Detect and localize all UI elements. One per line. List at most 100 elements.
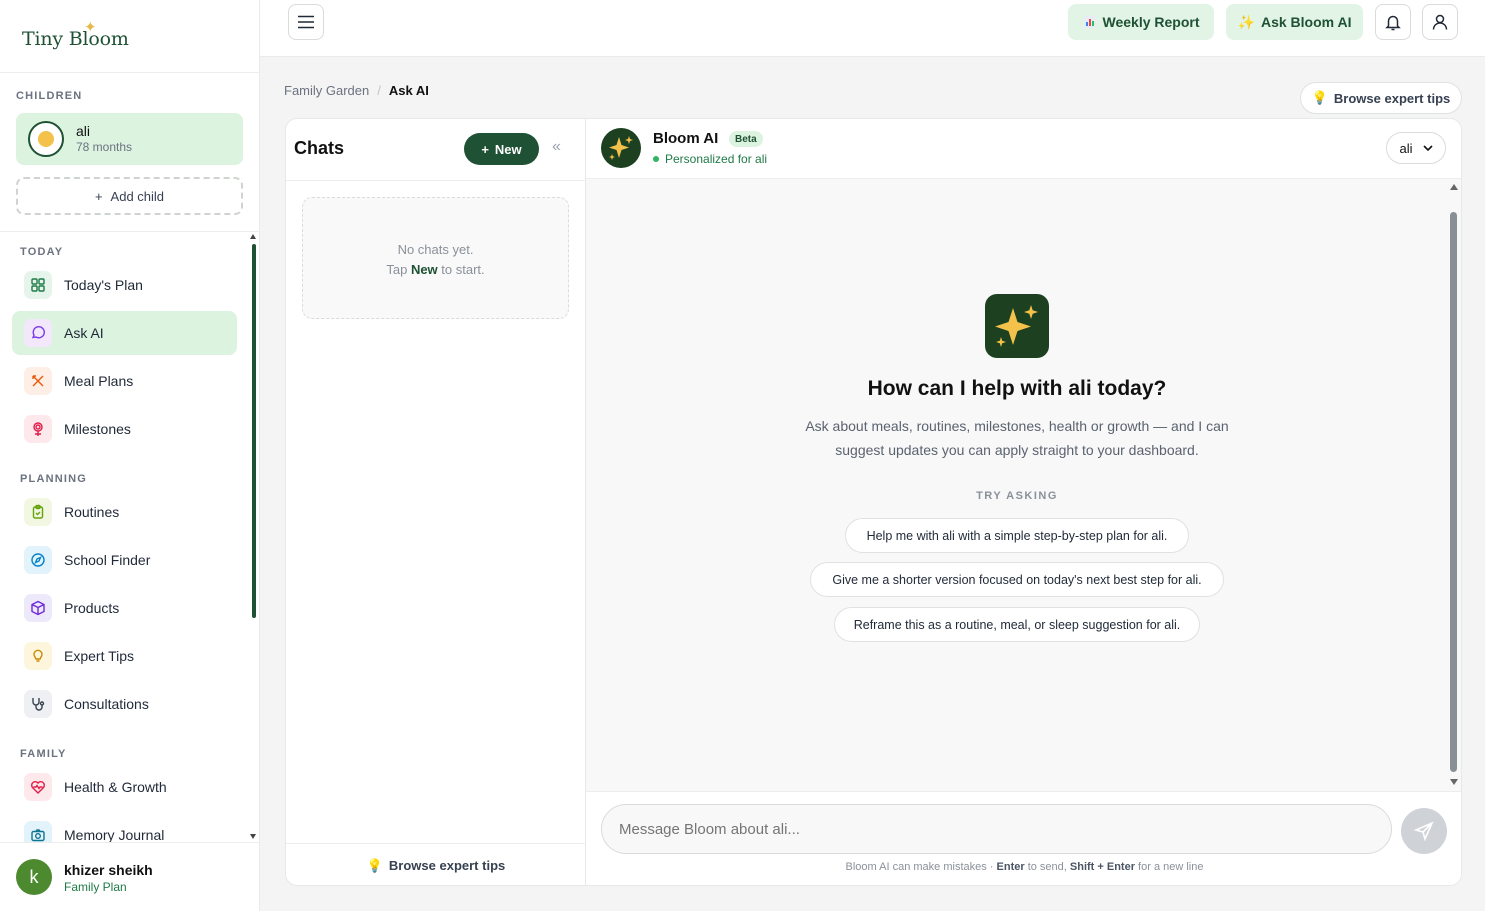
scroll-up-arrow[interactable] [250, 234, 256, 239]
weekly-report-label: Weekly Report [1102, 14, 1200, 30]
sidebar-item-label: Routines [64, 504, 120, 520]
sidebar: Tiny Bloom ✦ CHILDREN ali 78 months + Ad… [0, 0, 260, 911]
to-send-text: to send, [1024, 861, 1070, 873]
stethoscope-icon [24, 690, 52, 718]
composer: Bloom AI can make mistakes · Enter to se… [586, 791, 1461, 885]
new-chat-button[interactable]: + New [464, 133, 539, 165]
sidebar-item-memory-journal[interactable]: Memory Journal [12, 813, 237, 842]
enter-key-hint: Enter [996, 861, 1025, 873]
personalized-status: Personalized for ali [653, 152, 767, 166]
breadcrumb-separator: / [377, 83, 381, 98]
scroll-down-arrow[interactable] [1450, 779, 1458, 785]
lightbulb-icon [24, 642, 52, 670]
try-asking-label: TRY ASKING [976, 490, 1058, 502]
chats-sidebar: Chats + New « No chats yet. Tap New to s… [286, 119, 586, 885]
sidebar-scrollbar[interactable] [252, 244, 256, 618]
child-name: ali [76, 123, 91, 139]
new-chat-label: New [494, 141, 522, 157]
sidebar-item-label: Today's Plan [64, 277, 143, 293]
bell-icon [1385, 15, 1401, 31]
divider [286, 180, 586, 181]
scroll-up-arrow[interactable] [1450, 184, 1458, 190]
menu-button[interactable] [288, 4, 324, 40]
assistant-name: Bloom AI [653, 130, 719, 147]
browse-expert-tips-footer-button[interactable]: 💡 Browse expert tips [286, 843, 586, 885]
sidebar-item-label: Ask AI [64, 325, 104, 341]
sidebar-item-products[interactable]: Products [12, 586, 237, 630]
sidebar-item-ask-ai[interactable]: Ask AI [12, 311, 237, 355]
message-scrollbar[interactable] [1450, 212, 1457, 772]
sidebar-item-label: Expert Tips [64, 648, 135, 664]
add-child-button[interactable]: + Add child [16, 177, 243, 215]
composer-disclaimer: Bloom AI can make mistakes · Enter to se… [586, 861, 1461, 873]
status-text: Personalized for ali [665, 152, 768, 166]
heart-pulse-icon [24, 773, 52, 801]
top-bar: Weekly Report ✨ Ask Bloom AI [260, 0, 1485, 57]
empty-new-link[interactable]: New [411, 262, 438, 277]
collapse-chevrons-icon[interactable]: « [552, 138, 561, 156]
new-line-text: for a new line [1135, 861, 1204, 873]
user-plan: Family Plan [64, 880, 127, 894]
box-icon [24, 594, 52, 622]
ask-bloom-ai-button[interactable]: ✨ Ask Bloom AI [1226, 4, 1363, 40]
sparkle-icon: ✦ [84, 19, 97, 36]
chat-panel: Chats + New « No chats yet. Tap New to s… [285, 118, 1462, 886]
notifications-button[interactable] [1375, 4, 1411, 40]
breadcrumb-current: Ask AI [388, 83, 429, 98]
sidebar-item-label: Health & Growth [64, 779, 167, 795]
sidebar-item-label: School Finder [64, 552, 151, 568]
sparkle-icon [995, 305, 1038, 347]
add-child-label: Add child [110, 188, 165, 204]
camera-icon [24, 821, 52, 842]
section-planning-label: PLANNING [20, 473, 88, 485]
utensils-icon [24, 367, 52, 395]
send-icon [1414, 821, 1434, 841]
sidebar-item-todays-plan[interactable]: Today's Plan [12, 263, 237, 307]
suggestion-chip[interactable]: Reframe this as a routine, meal, or slee… [834, 607, 1200, 642]
profile-button[interactable] [1422, 4, 1458, 40]
sidebar-item-label: Consultations [64, 696, 149, 712]
browse-tips-footer-label: Browse expert tips [388, 858, 506, 873]
empty-line-1: No chats yet. [397, 242, 474, 257]
sidebar-item-meal-plans[interactable]: Meal Plans [12, 359, 237, 403]
sidebar-item-expert-tips[interactable]: Expert Tips [12, 634, 237, 678]
browse-tips-label: Browse expert tips [1333, 90, 1451, 106]
sidebar-item-health-growth[interactable]: Health & Growth [12, 765, 237, 809]
breadcrumb-parent[interactable]: Family Garden [284, 83, 369, 98]
grid-icon [24, 271, 52, 299]
section-family-label: FAMILY [20, 748, 67, 760]
scroll-down-arrow[interactable] [250, 834, 256, 839]
hero-sparkle-icon [985, 294, 1049, 358]
sparkle-icon [609, 136, 633, 160]
chats-title: Chats [294, 138, 345, 158]
sidebar-item-label: Meal Plans [64, 373, 134, 389]
beta-badge: Beta [729, 131, 763, 147]
avatar: k [16, 859, 52, 895]
browse-expert-tips-button[interactable]: 💡 Browse expert tips [1300, 82, 1462, 114]
message-input[interactable] [601, 804, 1392, 854]
app-logo: Tiny Bloom [22, 28, 129, 50]
hero-subtitle: Ask about meals, routines, milestones, h… [805, 418, 1229, 458]
disclaimer-text: Bloom AI can make mistakes · [845, 861, 997, 873]
child-card[interactable]: ali 78 months [16, 113, 243, 165]
sidebar-item-milestones[interactable]: Milestones [12, 407, 237, 451]
sidebar-item-school-finder[interactable]: School Finder [12, 538, 237, 582]
user-profile[interactable]: k khizer sheikh Family Plan [0, 842, 259, 911]
brand[interactable]: Tiny Bloom ✦ [0, 0, 259, 73]
suggestion-chip[interactable]: Give me a shorter version focused on tod… [810, 562, 1224, 597]
child-select[interactable]: ali [1386, 132, 1446, 164]
suggestion-chip[interactable]: Help me with ali with a simple step-by-s… [845, 518, 1189, 553]
status-dot-icon [653, 156, 659, 162]
hero-title: How can I help with ali today? [867, 377, 1167, 400]
plus-icon: + [481, 141, 489, 157]
empty-line-2: Tap New to start. [303, 260, 568, 280]
sidebar-item-routines[interactable]: Routines [12, 490, 237, 534]
child-select-value: ali [1399, 140, 1413, 156]
compass-icon [24, 546, 52, 574]
child-age: 78 months [76, 140, 133, 154]
sidebar-item-consultations[interactable]: Consultations [12, 682, 237, 726]
user-name: khizer sheikh [64, 862, 153, 878]
send-button[interactable] [1401, 808, 1447, 854]
hamburger-icon [298, 15, 314, 29]
weekly-report-button[interactable]: Weekly Report [1068, 4, 1214, 40]
